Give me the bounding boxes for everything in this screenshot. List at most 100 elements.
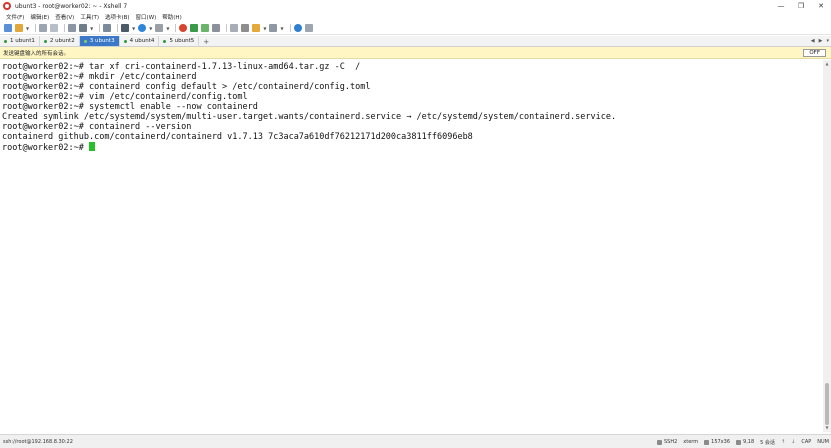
- minimize-button[interactable]: —: [771, 0, 791, 12]
- fullscreen-icon[interactable]: [201, 24, 210, 32]
- font-icon[interactable]: [155, 24, 164, 32]
- new-tab-button[interactable]: +: [199, 38, 213, 46]
- chevron-down-icon[interactable]: ▼: [132, 26, 135, 31]
- tab-ubunt4[interactable]: 4 ubunt4: [119, 36, 160, 46]
- chevron-down-icon[interactable]: ▼: [166, 26, 169, 31]
- paste-icon[interactable]: [79, 24, 88, 32]
- window-controls: — ❐ ✕: [771, 0, 831, 12]
- tab-next-icon[interactable]: ▶: [819, 38, 823, 44]
- copy-icon[interactable]: [68, 24, 77, 32]
- disconnect-icon[interactable]: [39, 24, 48, 32]
- tab-navigation: ◀ ▶ ▾: [807, 36, 829, 46]
- menu-window[interactable]: 窗口(W): [136, 13, 157, 21]
- caps-lock-status: CAP: [801, 439, 812, 445]
- close-button[interactable]: ✕: [811, 0, 831, 12]
- open-folder-icon[interactable]: [15, 24, 23, 32]
- tab-list-icon[interactable]: ▾: [826, 38, 829, 44]
- tab-ubunt5[interactable]: 5 ubunt5: [159, 36, 200, 46]
- tab-label: 1 ubunt1: [10, 38, 35, 44]
- terminal-line: root@worker02:~# containerd config defau…: [2, 82, 371, 92]
- xshell-window: ubunt3 - root@worker02: ~ - Xshell 7 — ❐…: [0, 0, 831, 448]
- title-bar: ubunt3 - root@worker02: ~ - Xshell 7 — ❐…: [0, 0, 831, 12]
- terminal-line: root@worker02:~# vim /etc/containerd/con…: [2, 92, 248, 102]
- protocol-status: SSH2: [657, 439, 677, 445]
- vertical-scrollbar[interactable]: ▲ ▼: [823, 60, 831, 432]
- connected-status-icon: [43, 39, 47, 43]
- terminal-size-status: 157x36: [704, 439, 730, 445]
- maximize-button[interactable]: ❐: [791, 0, 811, 12]
- terminal-output[interactable]: root@worker02:~# tar xf cri-containerd-1…: [0, 60, 822, 432]
- scroll-down-icon[interactable]: ▼: [824, 425, 830, 431]
- chevron-down-icon[interactable]: ▼: [26, 26, 29, 31]
- send-all-toggle-button[interactable]: OFF: [803, 49, 826, 57]
- scrollbar-thumb[interactable]: [825, 383, 829, 425]
- terminal-cursor: [89, 142, 95, 151]
- toolbar-divider: [117, 24, 119, 32]
- chevron-down-icon[interactable]: ▼: [149, 26, 152, 31]
- cursor-icon: [736, 439, 742, 445]
- connected-status-icon: [163, 39, 167, 43]
- xftp-icon[interactable]: [179, 24, 188, 32]
- keyboard-icon[interactable]: [230, 24, 239, 32]
- tunnel-icon[interactable]: [190, 24, 199, 32]
- terminal-line: containerd github.com/containerd/contain…: [2, 132, 473, 142]
- new-session-icon[interactable]: [4, 24, 12, 32]
- terminal-line: root@worker02:~# mkdir /etc/containerd: [2, 72, 197, 82]
- terminal-prompt-line: root@worker02:~#: [2, 142, 822, 153]
- chat-icon[interactable]: [304, 24, 313, 32]
- find-icon[interactable]: [103, 24, 112, 32]
- notice-text: 发送键盘输入的所有会话。: [3, 50, 70, 57]
- resize-icon: [704, 439, 710, 445]
- lock-icon: [657, 439, 662, 445]
- tab-label: 2 ubunt2: [49, 38, 75, 44]
- print-icon[interactable]: [121, 24, 130, 32]
- toolbar-divider: [64, 24, 66, 32]
- num-lock-status: NUM: [817, 439, 829, 445]
- terminal-line: root@worker02:~# tar xf cri-containerd-1…: [2, 62, 361, 72]
- menu-view[interactable]: 查看(V): [55, 13, 74, 21]
- upload-arrow-icon: ↑: [780, 439, 786, 445]
- menu-edit[interactable]: 编辑(E): [30, 13, 49, 21]
- tab-prev-icon[interactable]: ◀: [811, 38, 815, 44]
- window-title: ubunt3 - root@worker02: ~ - Xshell 7: [15, 2, 128, 10]
- terminal-size-label: 157x36: [711, 439, 731, 445]
- connected-status-icon: [83, 39, 87, 43]
- compose-icon[interactable]: [252, 24, 261, 32]
- globe-icon[interactable]: [138, 24, 147, 32]
- layout-icon[interactable]: [269, 24, 278, 32]
- tab-ubunt2[interactable]: 2 ubunt2: [39, 36, 80, 46]
- toolbar: ▼ ▼ ▼ ▼ ▼ ▼ ▼: [0, 22, 831, 35]
- menu-tab[interactable]: 选项卡(B): [105, 13, 130, 21]
- toolbar-divider: [289, 24, 291, 32]
- menu-help[interactable]: 帮助(H): [162, 13, 181, 21]
- xshell-logo-icon: [3, 2, 11, 10]
- lock-icon[interactable]: [212, 24, 221, 32]
- session-tab-bar: 1 ubunt1 2 ubunt2 3 ubunt3 4 ubunt4 5 ub…: [0, 36, 831, 47]
- compose-notice-bar: 发送键盘输入的所有会话。 OFF: [0, 47, 831, 59]
- chevron-down-icon[interactable]: ▼: [280, 26, 283, 31]
- tab-ubunt1[interactable]: 1 ubunt1: [0, 36, 40, 46]
- connection-address: ssh://root@192.168.8.30:22: [3, 438, 73, 445]
- tab-ubunt3[interactable]: 3 ubunt3: [79, 36, 120, 46]
- toolbar-divider: [226, 24, 228, 32]
- terminal-line: Created symlink /etc/systemd/system/mult…: [2, 112, 617, 122]
- script-icon[interactable]: [241, 24, 250, 32]
- status-indicators: SSH2 xterm 157x36 9,18 5 会话 ↑ ↓ CAP NUM: [651, 435, 829, 448]
- toolbar-divider: [35, 24, 37, 32]
- toolbar-divider: [99, 24, 101, 32]
- chevron-down-icon[interactable]: ▼: [263, 26, 266, 31]
- terminal-prompt: root@worker02:~#: [2, 143, 89, 153]
- reconnect-icon[interactable]: [50, 24, 59, 32]
- tab-label: 4 ubunt4: [129, 38, 155, 44]
- chevron-down-icon[interactable]: ▼: [90, 26, 93, 31]
- help-icon[interactable]: [293, 24, 302, 32]
- scroll-up-icon[interactable]: ▲: [824, 61, 830, 67]
- connected-status-icon: [4, 39, 7, 43]
- terminal-line: root@worker02:~# containerd --version: [2, 122, 192, 132]
- tab-label: 5 ubunt5: [169, 38, 195, 44]
- menu-tools[interactable]: 工具(T): [80, 13, 99, 21]
- menu-file[interactable]: 文件(F): [6, 13, 24, 21]
- terminal-type-status: xterm: [683, 439, 698, 445]
- download-arrow-icon: ↓: [791, 439, 796, 445]
- session-count-label: 5 会话: [760, 439, 775, 446]
